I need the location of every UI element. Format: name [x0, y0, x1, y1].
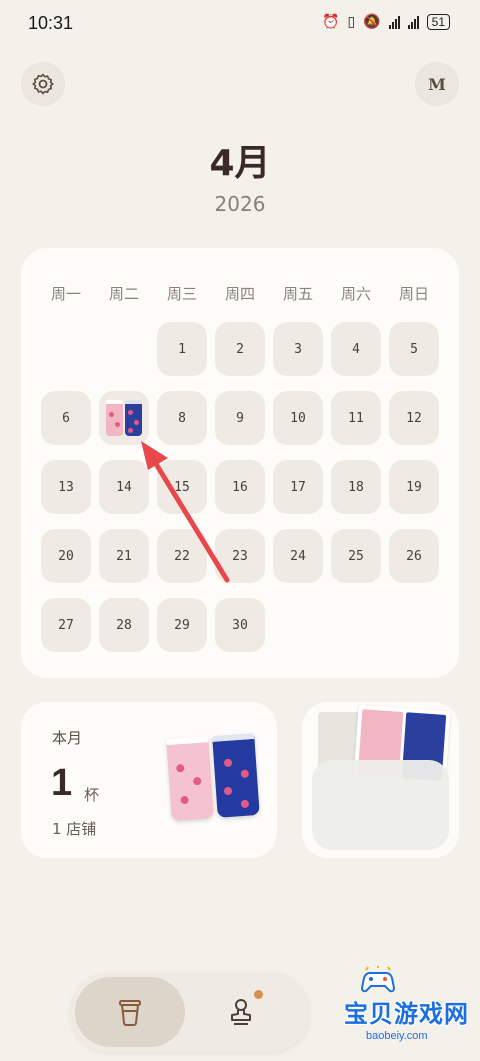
- calendar-day[interactable]: 27: [41, 598, 91, 652]
- calendar-day[interactable]: 16: [215, 460, 265, 514]
- calendar-day[interactable]: 8: [157, 391, 207, 445]
- alarm-icon: ⏰: [322, 14, 340, 30]
- stats-shops: 1 店铺: [52, 820, 97, 838]
- calendar-card: 周一 周二 周三 周四 周五 周六 周日 1 2 3 4 5 6 8 9 10 11 12 13 14 15 16 17 18…: [21, 248, 459, 678]
- calendar-day[interactable]: 29: [157, 598, 207, 652]
- calendar-day[interactable]: 11: [331, 391, 381, 445]
- stats-count: 1: [51, 762, 73, 804]
- drink-photo: [166, 733, 260, 821]
- watermark-url: baobeiy.com: [366, 1030, 428, 1042]
- month-title: 4月: [209, 143, 271, 184]
- blue-cup-image: [125, 400, 142, 436]
- nav-cup-tab[interactable]: [75, 977, 185, 1047]
- calendar-day[interactable]: 30: [215, 598, 265, 652]
- gamepad-logo: [360, 966, 396, 993]
- blue-cup-image: [212, 733, 260, 818]
- pocket-front: [312, 760, 449, 850]
- calendar-day[interactable]: 12: [389, 391, 439, 445]
- pocket-card[interactable]: [302, 702, 459, 858]
- watermark: 宝贝游戏网 baobeiy.com: [306, 966, 474, 1056]
- calendar-day[interactable]: 22: [157, 529, 207, 583]
- calendar-day[interactable]: 2: [215, 322, 265, 376]
- avatar-initial: M: [428, 74, 446, 94]
- cup-icon: [119, 1000, 141, 1026]
- calendar-day[interactable]: 26: [389, 529, 439, 583]
- mute-icon: 🔕: [363, 14, 381, 30]
- vibrate-icon: ▯: [347, 14, 356, 30]
- calendar-day[interactable]: 3: [273, 322, 323, 376]
- calendar-day[interactable]: 13: [41, 460, 91, 514]
- calendar-day[interactable]: 6: [41, 391, 91, 445]
- monthly-stats-card[interactable]: 本月 1 杯 1 店铺: [21, 702, 277, 858]
- drink-thumbnail: [106, 400, 142, 436]
- calendar-day[interactable]: 1: [157, 322, 207, 376]
- stats-unit: 杯: [84, 786, 100, 804]
- weekday-label: 周二: [108, 285, 139, 303]
- status-icons: ⏰ ▯ 🔕 51: [322, 14, 450, 30]
- calendar-day[interactable]: 20: [41, 529, 91, 583]
- calendar-day[interactable]: 23: [215, 529, 265, 583]
- calendar-day-with-drink[interactable]: [99, 391, 149, 445]
- weekday-label: 周五: [282, 285, 313, 303]
- calendar-day[interactable]: 10: [273, 391, 323, 445]
- weekday-label: 周四: [224, 285, 255, 303]
- pink-cup-image: [166, 736, 214, 821]
- gear-icon: [32, 73, 54, 95]
- calendar-day[interactable]: 25: [331, 529, 381, 583]
- calendar-day[interactable]: 21: [99, 529, 149, 583]
- calendar-day[interactable]: 24: [273, 529, 323, 583]
- calendar-day[interactable]: 5: [389, 322, 439, 376]
- calendar-day[interactable]: 19: [389, 460, 439, 514]
- weekday-label: 周一: [50, 285, 81, 303]
- calendar-day[interactable]: 15: [157, 460, 207, 514]
- battery-icon: 51: [426, 14, 450, 30]
- calendar-day[interactable]: 18: [331, 460, 381, 514]
- nav-stamp-tab[interactable]: [215, 986, 267, 1038]
- weekday-label: 周日: [398, 285, 429, 303]
- bottom-nav: [70, 972, 310, 1052]
- avatar-button[interactable]: M: [415, 62, 459, 106]
- stats-label: 本月: [52, 729, 83, 747]
- signal-icon-2: [407, 15, 419, 29]
- settings-button[interactable]: [21, 62, 65, 106]
- weekday-label: 周六: [340, 285, 371, 303]
- pink-cup-image: [106, 400, 123, 436]
- signal-icon: [388, 15, 400, 29]
- notification-dot: [254, 990, 263, 999]
- status-bar: 10:31 ⏰ ▯ 🔕 51: [0, 0, 480, 48]
- weekday-label: 周三: [166, 285, 197, 303]
- calendar-day[interactable]: 9: [215, 391, 265, 445]
- watermark-text: 宝贝游戏网: [344, 1000, 469, 1028]
- calendar-day[interactable]: 28: [99, 598, 149, 652]
- calendar-day[interactable]: 14: [99, 460, 149, 514]
- calendar-day[interactable]: 4: [331, 322, 381, 376]
- status-time: 10:31: [28, 13, 74, 33]
- calendar-day[interactable]: 17: [273, 460, 323, 514]
- year-title: 2026: [214, 192, 266, 216]
- stamp-icon: [231, 999, 251, 1025]
